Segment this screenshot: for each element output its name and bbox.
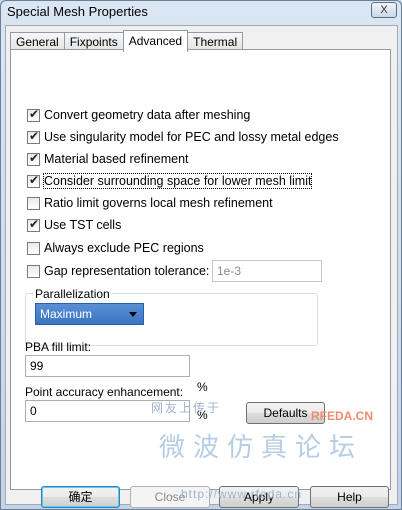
pba-fill-limit-field[interactable]: 99: [25, 355, 190, 377]
checkbox-tst-cells[interactable]: [27, 217, 40, 232]
option-label: Consider surrounding space for lower mes…: [42, 173, 313, 189]
chevron-down-icon: [129, 312, 137, 317]
option-label: Always exclude PEC regions: [44, 241, 204, 255]
checkbox-material-refinement[interactable]: [27, 151, 40, 166]
option-label: Convert geometry data after meshing: [44, 108, 251, 122]
parallelization-label: Parallelization: [33, 287, 112, 301]
option-label: Gap representation tolerance:: [44, 264, 210, 278]
defaults-button[interactable]: Defaults: [246, 402, 325, 424]
checkbox-singularity-model[interactable]: [27, 129, 40, 144]
point-accuracy-label: Point accuracy enhancement:: [25, 385, 184, 399]
option-ratio-limit[interactable]: Ratio limit governs local mesh refinemen…: [27, 194, 273, 212]
option-surrounding-space[interactable]: Consider surrounding space for lower mes…: [27, 172, 313, 190]
point-accuracy-field[interactable]: 0: [25, 400, 190, 422]
option-label: Use TST cells: [44, 218, 122, 232]
option-convert-geometry[interactable]: Convert geometry data after meshing: [27, 106, 250, 124]
option-tst-cells[interactable]: Use TST cells: [27, 216, 121, 234]
option-label: Ratio limit governs local mesh refinemen…: [44, 196, 273, 210]
gap-tolerance-field[interactable]: 1e-3: [212, 260, 322, 282]
checkbox-convert-geometry[interactable]: [27, 107, 40, 122]
option-gap-tolerance[interactable]: Gap representation tolerance:: [27, 262, 209, 280]
title-bar[interactable]: Special Mesh Properties X: [1, 1, 401, 25]
close-button[interactable]: Close: [130, 486, 210, 508]
apply-button[interactable]: Apply: [219, 486, 299, 508]
pba-fill-limit-label: PBA fill limit:: [25, 340, 92, 354]
option-label: Material based refinement: [44, 152, 189, 166]
checkbox-surrounding-space[interactable]: [27, 173, 40, 188]
checkbox-gap-tolerance[interactable]: [27, 264, 40, 278]
close-icon: X: [380, 3, 388, 16]
checkbox-ratio-limit[interactable]: [27, 196, 40, 210]
advanced-tab-panel: Convert geometry data after meshing Use …: [10, 49, 391, 490]
option-material-refinement[interactable]: Material based refinement: [27, 150, 189, 168]
ok-button[interactable]: 确定: [41, 486, 120, 508]
pba-unit-label: %: [197, 380, 208, 394]
parallelization-selected-value: Maximum: [40, 307, 93, 321]
special-mesh-properties-dialog: Special Mesh Properties X General Fixpoi…: [0, 0, 402, 510]
point-accuracy-unit-label: %: [197, 408, 208, 422]
parallelization-select[interactable]: Maximum: [35, 303, 144, 325]
dialog-client-area: General Fixpoints Advanced Thermal Conve…: [5, 25, 398, 508]
tab-strip: General Fixpoints Advanced Thermal: [10, 30, 244, 52]
option-label: Use singularity model for PEC and lossy …: [44, 130, 339, 144]
option-exclude-pec[interactable]: Always exclude PEC regions: [27, 239, 204, 257]
tab-advanced[interactable]: Advanced: [122, 30, 189, 52]
help-button[interactable]: Help: [310, 486, 389, 508]
checkbox-exclude-pec[interactable]: [27, 241, 40, 255]
close-window-button[interactable]: X: [371, 2, 397, 18]
window-title: Special Mesh Properties: [7, 4, 148, 19]
option-singularity-model[interactable]: Use singularity model for PEC and lossy …: [27, 128, 339, 146]
